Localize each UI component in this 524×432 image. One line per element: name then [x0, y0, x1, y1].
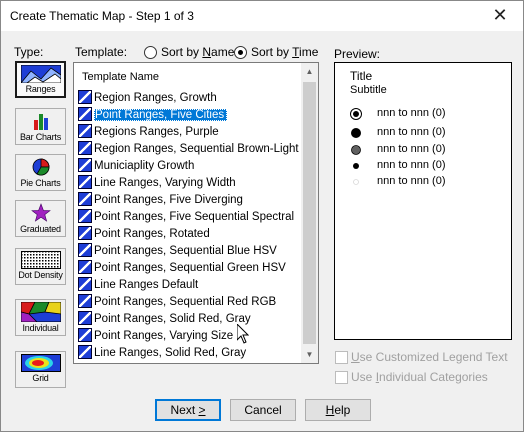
use-individual-categories-checkbox[interactable]: Use Individual Categories	[335, 370, 488, 384]
circle-ring-large-icon	[350, 108, 362, 120]
template-list-item[interactable]: Point Ranges, Sequential Red RGB	[78, 294, 304, 310]
scroll-up-arrow-icon[interactable]: ▲	[301, 63, 318, 80]
bar-chart-icon	[33, 114, 48, 130]
type-button-label: Ranges	[25, 84, 56, 94]
template-list-item[interactable]: Municiaplity Growth	[78, 158, 304, 174]
preview-pane: Title Subtitle nnn to nnn (0) nnn to nnn…	[334, 62, 512, 340]
type-label: Type:	[14, 45, 44, 59]
dot-density-icon	[20, 251, 61, 269]
use-customized-legend-text-checkbox[interactable]: Use Customized Legend Text	[335, 350, 508, 364]
sort-by-time-radio[interactable]: Sort by Time	[234, 45, 318, 59]
template-map-icon	[78, 192, 92, 206]
template-list-item[interactable]: Point Ranges, Sequential Blue HSV	[78, 243, 304, 259]
dialog-window: Create Thematic Map - Step 1 of 3 ✕ Type…	[0, 0, 524, 432]
help-button[interactable]: Help	[305, 399, 371, 421]
template-map-icon	[78, 175, 92, 189]
circle-solid-large-icon	[351, 128, 361, 138]
radio-circle	[144, 45, 157, 59]
template-list-item[interactable]: Point Ranges, Varying Size	[78, 328, 304, 344]
type-button-label: Dot Density	[18, 270, 63, 280]
template-map-icon	[78, 345, 92, 359]
type-button-label: Pie Charts	[20, 178, 61, 188]
use-individual-categories-label: Use Individual Categories	[351, 370, 488, 384]
type-button-graduated[interactable]: Graduated	[15, 200, 66, 237]
window-title: Create Thematic Map - Step 1 of 3	[10, 9, 194, 23]
template-map-icon	[78, 260, 92, 274]
template-list-item[interactable]: Line Ranges, Solid Red, Gray	[78, 345, 304, 361]
template-map-icon	[78, 294, 92, 308]
checkbox-box	[335, 370, 348, 384]
type-button-ranges[interactable]: Ranges	[15, 61, 66, 98]
type-button-label: Grid	[32, 373, 49, 383]
template-map-icon	[78, 243, 92, 257]
template-list-item[interactable]: Region Ranges, Sequential Brown-Light Ye…	[78, 141, 304, 157]
scroll-down-arrow-icon[interactable]: ▼	[301, 346, 318, 363]
template-map-icon	[78, 311, 92, 325]
scroll-thumb[interactable]	[303, 82, 316, 344]
type-button-individual[interactable]: Individual	[15, 299, 66, 336]
template-list-header: Template Name	[82, 71, 160, 83]
mouse-pointer-icon	[237, 324, 249, 344]
template-list-item-selected[interactable]: Point Ranges, Five Cities	[78, 107, 304, 123]
type-button-pie-charts[interactable]: Pie Charts	[15, 154, 66, 191]
template-list-item[interactable]: Point Ranges, Five Sequential Spectral	[78, 209, 304, 225]
template-list-item[interactable]: Region Ranges, Growth	[78, 90, 304, 106]
grid-heatmap-icon	[20, 354, 61, 372]
template-map-icon	[78, 226, 92, 240]
template-list-item[interactable]: Point Ranges, Solid Red, Gray	[78, 311, 304, 327]
template-list-item[interactable]: Line Ranges, Varying Width	[78, 175, 304, 191]
template-map-icon	[78, 107, 92, 121]
type-button-label: Graduated	[20, 224, 61, 234]
individual-icon	[20, 302, 61, 322]
template-map-icon	[78, 124, 92, 138]
title-bar: Create Thematic Map - Step 1 of 3 ✕	[1, 1, 523, 31]
graduated-star-icon	[30, 203, 51, 222]
circle-solid-small-icon	[353, 163, 359, 169]
template-label: Template:	[75, 45, 128, 59]
template-list-item[interactable]: Point Ranges, Sequential Green HSV	[78, 260, 304, 276]
checkbox-box	[335, 350, 348, 364]
template-listbox[interactable]: Template Name Region Ranges, Growth Poin…	[73, 62, 319, 364]
type-button-dot-density[interactable]: Dot Density	[15, 248, 66, 285]
preview-label: Preview:	[334, 47, 381, 61]
template-list-scrollbar[interactable]: ▲ ▼	[301, 63, 318, 363]
template-list-item[interactable]: Point Ranges, Five Diverging	[78, 192, 304, 208]
template-map-icon	[78, 328, 92, 342]
template-map-icon	[78, 277, 92, 291]
type-button-grid[interactable]: Grid	[15, 351, 66, 388]
sort-by-name-label: Sort by Name	[161, 45, 235, 59]
template-map-icon	[78, 90, 92, 104]
preview-title: Title	[350, 69, 373, 83]
use-customized-legend-text-label: Use Customized Legend Text	[351, 350, 508, 364]
template-map-icon	[78, 158, 92, 172]
ranges-icon	[20, 65, 61, 83]
preview-subtitle: Subtitle	[350, 84, 387, 96]
radio-circle	[234, 45, 247, 59]
sort-by-time-label: Sort by Time	[251, 45, 319, 59]
type-button-bar-charts[interactable]: Bar Charts	[15, 108, 66, 145]
template-map-icon	[78, 209, 92, 223]
cancel-button[interactable]: Cancel	[230, 399, 296, 421]
type-button-label: Individual	[22, 323, 59, 333]
template-list-item[interactable]: Point Ranges, Rotated	[78, 226, 304, 242]
pie-chart-icon	[32, 158, 49, 176]
circle-faint-small-icon	[353, 179, 359, 185]
close-icon[interactable]: ✕	[477, 1, 523, 31]
sort-by-name-radio[interactable]: Sort by Name	[144, 45, 234, 59]
template-list-item[interactable]: Line Ranges Default	[78, 277, 304, 293]
next-button[interactable]: Next >	[155, 399, 221, 421]
template-list-item[interactable]: Regions Ranges, Purple	[78, 124, 304, 140]
type-button-label: Bar Charts	[19, 132, 61, 142]
template-map-icon	[78, 141, 92, 155]
circle-gray-large-icon	[351, 145, 361, 155]
